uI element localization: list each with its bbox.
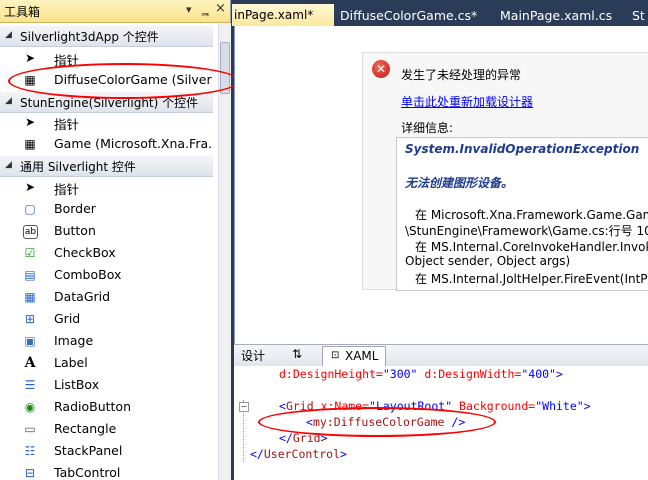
rectangle-icon: ▭ [24,422,36,436]
toolbox-item-button[interactable]: ab Button [0,220,213,242]
toolbox-item-rectangle[interactable]: ▭ Rectangle [0,418,213,440]
item-label: ListBox [54,377,100,392]
stackpanel-icon: ☷ [24,444,36,458]
combobox-icon: ▤ [24,268,36,282]
code-line-5: </UserControl> [250,447,347,461]
item-label: Image [54,333,94,348]
component-icon: ▦ [24,137,36,151]
toolbox-group-silverlight3dapp[interactable]: ◢ Silverlight3dApp 个控件 [0,25,213,47]
toolbox-item-datagrid[interactable]: ▦ DataGrid [0,286,213,308]
code-token: </ [250,447,264,461]
pointer-icon: ➤ [24,51,36,65]
item-label: 指针 [54,182,80,197]
item-label: ComboBox [54,267,122,282]
xaml-icon: ⊡ [331,350,340,361]
exception-message: 无法创建图形设备。 [405,176,514,190]
code-token: > [583,399,591,413]
label-icon: A [24,355,36,371]
pin-icon[interactable]: ᆿ [200,3,210,19]
checkbox-icon: ☑ [24,246,36,260]
radiobutton-icon: ◉ [24,400,36,414]
tab-design[interactable]: 设计 [241,347,265,364]
toolbox-header: 工具箱 ▾ ᆿ × [0,0,230,23]
code-token: d:DesignHeight= [279,367,383,381]
tabcontrol-icon: ⊟ [24,466,36,480]
toolbox-item-image[interactable]: ▣ Image [0,330,213,352]
collapse-icon: ◢ [5,96,12,106]
item-label: DataGrid [54,289,111,304]
annotation-ellipse [8,63,240,99]
toolbox-item-pointer[interactable]: ➤ 指针 [0,111,213,133]
group-label: Silverlight3dApp 个控件 [20,30,159,44]
item-label: Label [54,355,88,370]
code-token: </ [279,431,293,445]
reload-designer-link[interactable]: 单击此处重新加载设计器 [401,93,533,110]
toolbox-item-pointer[interactable]: ➤ 指针 [0,176,213,198]
details-label: 详细信息: [401,121,454,135]
toolbox-item-checkbox[interactable]: ☑ CheckBox [0,242,213,264]
toolbox-item-label[interactable]: A Label [0,352,213,374]
collapse-icon: ◢ [5,30,12,40]
code-token: "300" [382,367,418,381]
listbox-icon: ☰ [24,378,36,392]
code-token: < [279,399,286,413]
toolbox-item-stackpanel[interactable]: ☷ StackPanel [0,440,213,462]
pointer-icon: ➤ [24,180,36,194]
toolbox-item-game[interactable]: ▦ Game (Microsoft.Xna.Fra... [0,133,213,155]
item-label: Button [54,223,96,238]
stack-line: Object sender, Object args) [405,254,571,268]
exception-details-box[interactable]: System.InvalidOperationException 无法创建图形设… [396,137,648,291]
tab-label: XAML [345,349,379,363]
item-label: RadioButton [54,399,131,414]
swap-panes-icon[interactable]: ⇅ [292,347,302,361]
error-title: 发生了未经处理的异常 [401,68,522,82]
grid-icon: ⊞ [24,312,36,326]
exception-type: System.InvalidOperationException [405,142,640,156]
button-icon: ab [23,225,38,239]
code-token: > [555,367,563,381]
code-token: "400" [521,367,556,381]
dropdown-icon[interactable]: ▾ [186,3,192,16]
item-label: 指针 [54,117,80,132]
toolbox-group-common-silverlight[interactable]: ◢ 通用 Silverlight 控件 [0,155,213,177]
stack-line: \StunEngine\Framework\Game.cs:行号 107 [405,224,648,238]
code-line-1: d:DesignHeight="300" d:DesignWidth="400"… [279,367,563,381]
collapse-toggle-icon[interactable]: − [239,402,249,412]
close-icon[interactable]: × [215,1,226,16]
toolbox-item-grid[interactable]: ⊞ Grid [0,308,213,330]
pointer-icon: ➤ [24,115,36,129]
item-label: Border [54,201,96,216]
toolbox-title: 工具箱 [4,5,41,19]
toolbox-item-radiobutton[interactable]: ◉ RadioButton [0,396,213,418]
border-icon: ▢ [24,202,36,216]
item-label: Rectangle [54,421,117,436]
group-label: 通用 Silverlight 控件 [20,160,136,174]
stack-line: 在 MS.Internal.JoltHelper.FireEvent(IntPt… [415,272,648,286]
code-token: d:DesignWidth= [417,367,522,381]
toolbox-item-tabcontrol[interactable]: ⊟ TabControl [0,462,213,480]
item-label: Game (Microsoft.Xna.Fra... [54,136,212,151]
error-icon: ✕ [372,60,390,78]
datagrid-icon: ▦ [24,290,36,304]
toolbox-item-combobox[interactable]: ▤ ComboBox [0,264,213,286]
item-label: CheckBox [54,245,116,260]
annotation-ellipse [258,407,496,437]
stack-line: 在 Microsoft.Xna.Framework.Game.Game [415,208,648,222]
code-token: > [340,447,347,461]
image-icon: ▣ [24,334,36,348]
item-label: Grid [54,311,81,326]
stack-line: 在 MS.Internal.CoreInvokeHandler.Invoke [415,240,648,254]
code-token: UserControl [263,447,341,461]
item-label: TabControl [54,465,121,480]
tab-mainpage-xaml[interactable]: inPage.xaml* [232,4,334,26]
tab-xaml[interactable]: ⊡ XAML [322,346,386,367]
code-token: "White" [535,399,584,413]
toolbox-item-border[interactable]: ▢ Border [0,198,213,220]
item-label: StackPanel [54,443,123,458]
collapse-icon: ◢ [5,160,12,170]
tab-label: inPage.xaml* [234,8,314,22]
toolbox-item-listbox[interactable]: ☰ ListBox [0,374,213,396]
